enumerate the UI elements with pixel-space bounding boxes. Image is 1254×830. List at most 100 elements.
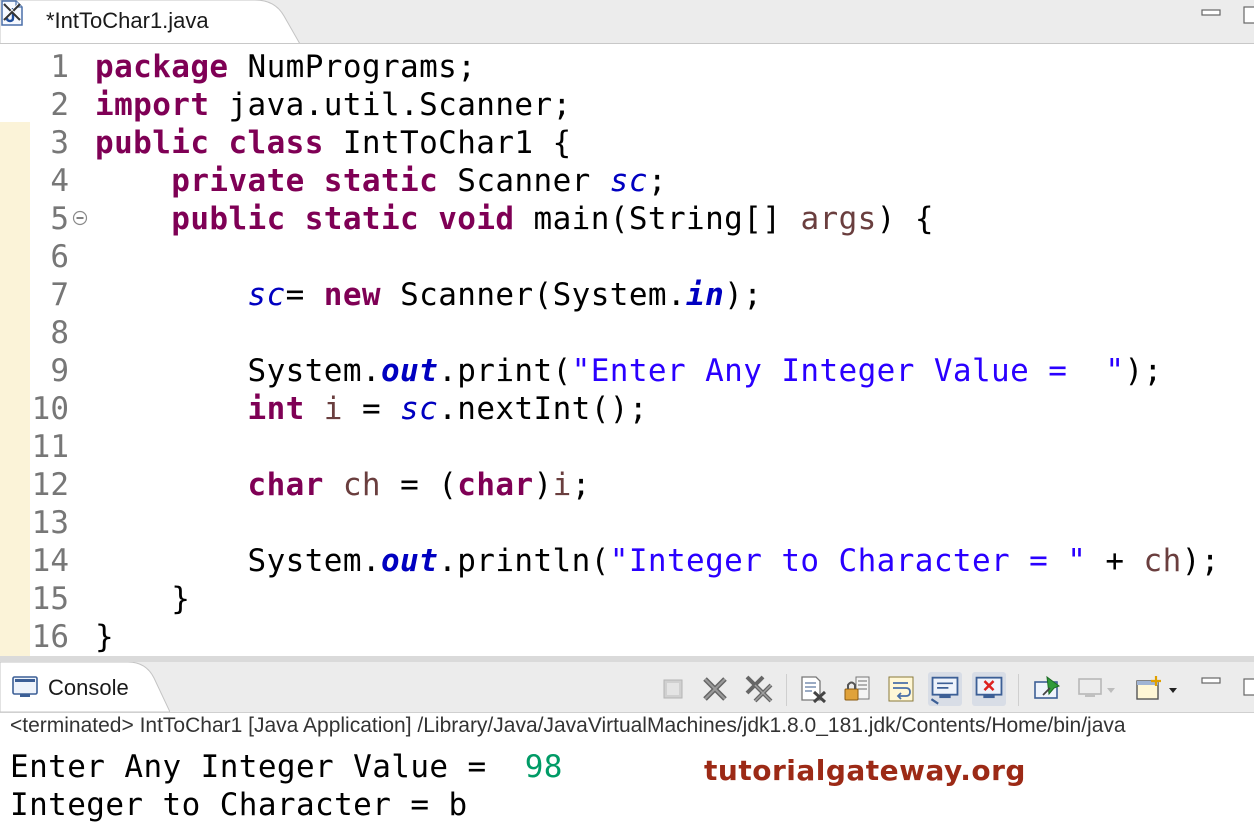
code-token: = <box>342 391 401 427</box>
show-stderr-icon <box>975 676 1003 699</box>
line-number: 14 <box>31 543 69 579</box>
code-token: i <box>552 467 572 503</box>
remove-all-terminated-icon[interactable] <box>744 674 774 704</box>
code-line[interactable]: private static Scanner sc; <box>95 162 667 200</box>
code-token: class <box>228 125 324 161</box>
show-console-stdout-toggle[interactable] <box>928 672 962 706</box>
code-token: NumPrograms; <box>228 49 477 85</box>
show-stdout-icon <box>930 676 959 705</box>
chevron-down-icon[interactable] <box>1166 674 1180 704</box>
code-token: in <box>686 277 725 313</box>
maximize-icon[interactable] <box>1242 4 1254 26</box>
editor-tab[interactable]: *IntToChar1.java <box>0 0 300 44</box>
code-token: private <box>171 163 305 199</box>
code-token: = <box>285 277 324 313</box>
code-line[interactable]: int i = sc.nextInt(); <box>95 390 648 428</box>
console-status-description: <terminated> IntToChar1 [Java Applicatio… <box>10 714 1126 737</box>
terminate-icon[interactable] <box>658 674 688 704</box>
line-number: 12 <box>31 467 69 503</box>
code-token: ; <box>647 163 667 199</box>
clear-console-icon[interactable] <box>798 674 828 704</box>
console-view: Console <terminated> IntToChar1 [Java Ap… <box>0 656 1254 830</box>
code-line[interactable]: System.out.println("Integer to Character… <box>95 542 1220 580</box>
editor-tab-title: *IntToChar1.java <box>46 8 209 33</box>
line-number: 13 <box>31 505 69 541</box>
maximize-icon[interactable] <box>1242 676 1254 698</box>
code-token: sc <box>400 391 439 427</box>
code-line[interactable]: import java.util.Scanner; <box>95 86 572 124</box>
code-token: .nextInt(); <box>438 391 648 427</box>
code-token: ch <box>1143 543 1182 579</box>
line-number: 6 <box>50 239 69 275</box>
open-console-icon[interactable] <box>1134 674 1164 704</box>
code-token: void <box>438 201 515 237</box>
code-token: package <box>95 49 229 85</box>
minimize-icon[interactable] <box>1200 672 1222 694</box>
close-icon[interactable] <box>0 0 24 24</box>
code-token: public <box>95 125 210 161</box>
line-number: 1 <box>50 49 69 85</box>
code-token: args <box>800 201 877 237</box>
code-token: ); <box>1124 353 1163 389</box>
code-token: java.util.Scanner; <box>209 87 572 123</box>
chevron-down-icon[interactable] <box>1104 674 1118 704</box>
code-token: IntToChar1 { <box>323 125 572 161</box>
code-token: = ( <box>381 467 458 503</box>
code-token: "Enter Any Integer Value = " <box>571 353 1125 389</box>
code-token: Scanner(System. <box>381 277 687 313</box>
code-token: ); <box>1181 543 1220 579</box>
show-console-stderr-toggle[interactable] <box>972 672 1006 706</box>
code-token: char <box>457 467 534 503</box>
code-line[interactable]: } <box>95 580 190 618</box>
line-number: 7 <box>50 277 69 313</box>
console-output-line[interactable]: Integer to Character = b <box>10 786 468 824</box>
code-line[interactable]: public class IntToChar1 { <box>95 124 572 162</box>
line-number: 4 <box>50 163 69 199</box>
line-number: 2 <box>50 87 69 123</box>
code-token: + <box>1086 543 1144 579</box>
line-number: 9 <box>50 353 69 389</box>
minimize-icon[interactable] <box>1200 4 1222 26</box>
code-token: Scanner <box>438 163 610 199</box>
code-editor[interactable]: 1 2 3 4 5 6 7 8 9 10 11 12 13 14 15 16 package NumProgr… <box>0 44 1254 656</box>
code-token: import <box>95 87 210 123</box>
fold-collapse-icon[interactable] <box>72 210 88 226</box>
code-token: i <box>323 391 343 427</box>
remove-launch-icon[interactable] <box>700 674 730 704</box>
code-line[interactable]: char ch = (char)i; <box>95 466 591 504</box>
overview-ruler <box>0 44 30 656</box>
pin-console-icon[interactable] <box>1032 674 1062 704</box>
code-token: ) { <box>876 201 934 237</box>
line-number: 10 <box>31 391 69 427</box>
code-line[interactable]: } <box>95 618 114 656</box>
code-token: } <box>95 619 115 655</box>
code-line[interactable]: System.out.print("Enter Any Integer Valu… <box>95 352 1163 390</box>
code-token: ); <box>724 277 763 313</box>
code-token: out <box>380 543 439 579</box>
display-selected-console-icon[interactable] <box>1076 674 1106 704</box>
console-output-line[interactable]: Enter Any Integer Value = 98 <box>10 748 563 786</box>
line-number: 5 <box>50 201 69 237</box>
scroll-lock-icon[interactable] <box>842 674 872 704</box>
code-token: sc <box>609 163 648 199</box>
code-line[interactable]: sc= new Scanner(System.in); <box>95 276 762 314</box>
code-line[interactable]: package NumPrograms; <box>95 48 476 86</box>
code-line[interactable]: public static void main(String[] args) { <box>95 200 934 238</box>
console-tab[interactable]: Console <box>0 662 170 712</box>
line-number: 8 <box>50 315 69 351</box>
code-token: "Integer to Character = " <box>609 543 1087 579</box>
word-wrap-icon[interactable] <box>886 674 916 704</box>
code-token: System. <box>95 353 381 389</box>
code-token: .print( <box>438 353 572 389</box>
code-token: static <box>304 201 420 237</box>
code-token: new <box>323 277 381 313</box>
code-token: main(String[] <box>514 201 801 237</box>
